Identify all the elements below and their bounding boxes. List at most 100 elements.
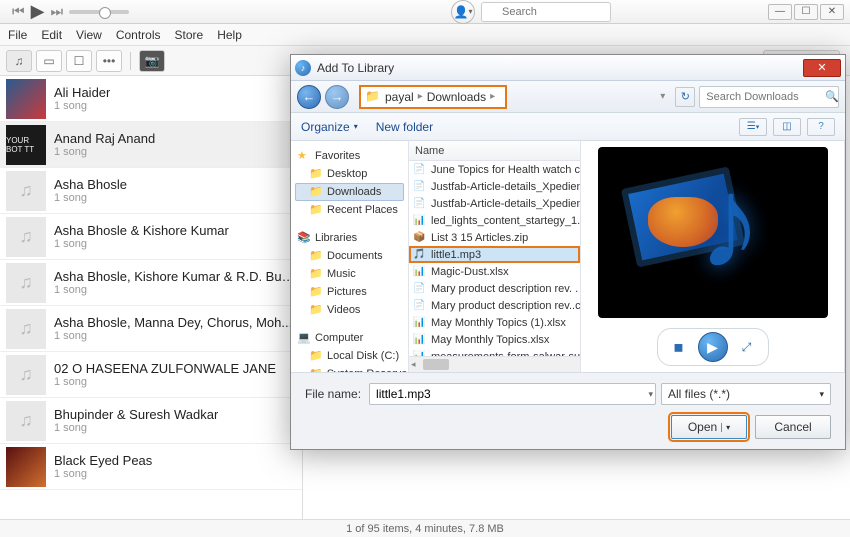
artist-thumbnail [6, 447, 46, 487]
artist-name: Asha Bhosle, Manna Dey, Chorus, Moh... [54, 315, 292, 330]
movies-icon[interactable]: ▭ [36, 50, 62, 72]
folder-tree[interactable]: ★Favorites📁Desktop📁Downloads📁Recent Plac… [291, 141, 409, 372]
artist-song-count: 1 song [54, 100, 110, 112]
horizontal-scrollbar[interactable]: ◂ [409, 356, 580, 372]
menu-edit[interactable]: Edit [41, 28, 62, 42]
artist-song-count: 1 song [54, 376, 276, 388]
cancel-button[interactable]: Cancel [755, 415, 831, 439]
more-icon[interactable]: ••• [96, 50, 122, 72]
artist-thumbnail: ♫ [6, 171, 46, 211]
file-row[interactable]: 📄 Justfab-Article-details_Xpedien [409, 178, 580, 195]
nav-forward-button[interactable]: → [325, 85, 349, 109]
maximize-button[interactable]: ☐ [794, 4, 818, 20]
file-icon: 📊 [413, 317, 427, 328]
refresh-button[interactable]: ↻ [675, 87, 695, 107]
menu-help[interactable]: Help [217, 28, 242, 42]
open-button[interactable]: Open ▾ [671, 415, 747, 439]
file-row[interactable]: 📄Mary product description rev..c [409, 297, 580, 314]
file-row[interactable]: 📊measurements-form-salwar-su [409, 348, 580, 356]
filename-dropdown[interactable]: ▾ [648, 389, 653, 400]
menu-file[interactable]: File [8, 28, 27, 42]
help-button[interactable]: ? [807, 118, 835, 136]
tree-item[interactable]: 📁Downloads [295, 183, 404, 201]
artist-thumbnail: ♫ [6, 355, 46, 395]
preview-pane-button[interactable]: ◫ [773, 118, 801, 136]
tree-group-favorites[interactable]: ★Favorites [295, 147, 404, 165]
breadcrumb[interactable]: 📁 payal ▸ Downloads ▸ [359, 85, 507, 109]
file-row[interactable]: 📦List 3 15 Articles.zip [409, 229, 580, 246]
play-button[interactable]: ▶ [31, 1, 45, 22]
tree-group-libraries[interactable]: 📚Libraries [295, 229, 404, 247]
status-bar: 1 of 95 items, 4 minutes, 7.8 MB [0, 519, 850, 537]
tree-item[interactable]: 📁System Reserved [295, 365, 404, 372]
itunes-icon: ♪ [295, 60, 311, 76]
file-name: Justfab-Article-details_Xpedien [431, 181, 580, 193]
preview-fullscreen-button[interactable]: ⤢ [738, 338, 756, 356]
file-row[interactable]: 📄Mary product description rev. . [409, 280, 580, 297]
tree-item[interactable]: 📁Pictures [295, 283, 404, 301]
organize-menu[interactable]: Organize ▾ [301, 120, 358, 134]
tree-item[interactable]: 📁Videos [295, 301, 404, 319]
camera-icon[interactable]: 📷 [139, 50, 165, 72]
close-button[interactable]: ✕ [820, 4, 844, 20]
file-row[interactable]: 📊May Monthly Topics.xlsx [409, 331, 580, 348]
artist-row[interactable]: ♫Asha Bhosle1 song [0, 168, 302, 214]
tree-item[interactable]: 📁Desktop [295, 165, 404, 183]
filename-label: File name: [305, 387, 361, 401]
column-header-name[interactable]: Name [409, 141, 580, 161]
file-row[interactable]: 📄June Topics for Health watch c [409, 161, 580, 178]
file-row[interactable]: 📊led_lights_content_startegy_1.x [409, 212, 580, 229]
tree-item[interactable]: 📁Local Disk (C:) [295, 347, 404, 365]
artist-row[interactable]: ♫Asha Bhosle & Kishore Kumar1 song [0, 214, 302, 260]
artist-name: Black Eyed Peas [54, 453, 152, 468]
artist-row[interactable]: ♫Asha Bhosle, Manna Dey, Chorus, Moh...1… [0, 306, 302, 352]
prev-track-button[interactable]: ⏮ [12, 3, 25, 20]
tree-item[interactable]: 📁Music [295, 265, 404, 283]
file-row[interactable]: 📄Justfab-Article-details_Xpedien [409, 195, 580, 212]
artist-song-count: 1 song [54, 238, 229, 250]
music-note-icon: ♪ [698, 167, 808, 297]
file-name: June Topics for Health watch c [431, 164, 580, 176]
file-icon: 📊 [413, 266, 427, 277]
artist-name: Asha Bhosle [54, 177, 127, 192]
artist-row[interactable]: Black Eyed Peas1 song [0, 444, 302, 490]
file-row[interactable]: 🎵little1.mp3 [409, 246, 580, 263]
artist-row[interactable]: ♫Asha Bhosle, Kishore Kumar & R.D. Bur..… [0, 260, 302, 306]
menu-store[interactable]: Store [175, 28, 204, 42]
minimize-button[interactable]: — [768, 4, 792, 20]
search-input[interactable] [481, 2, 611, 22]
file-row[interactable]: 📊May Monthly Topics (1).xlsx [409, 314, 580, 331]
artist-thumbnail: ♫ [6, 217, 46, 257]
dialog-search-input[interactable] [699, 86, 839, 108]
filename-input[interactable] [369, 383, 656, 405]
nav-back-button[interactable]: ← [297, 85, 321, 109]
menu-view[interactable]: View [76, 28, 102, 42]
file-row[interactable]: 📊Magic-Dust.xlsx [409, 263, 580, 280]
artist-row[interactable]: ♫02 O HASEENA ZULFONWALE JANE1 song [0, 352, 302, 398]
next-track-button[interactable]: ⏭ [50, 3, 63, 20]
tree-item[interactable]: 📁Recent Places [295, 201, 404, 219]
tv-icon[interactable]: ☐ [66, 50, 92, 72]
preview-stop-button[interactable]: ◼ [670, 338, 688, 356]
user-account-button[interactable]: 👤▾ [451, 0, 475, 24]
preview-play-button[interactable]: ▶ [698, 332, 728, 362]
view-options-button[interactable]: ☰▾ [739, 118, 767, 136]
file-icon: 📦 [413, 232, 427, 243]
dialog-close-button[interactable]: ✕ [803, 59, 841, 77]
file-filter-dropdown[interactable]: All files (*.*)▾ [661, 383, 831, 405]
music-icon[interactable]: ♫ [6, 50, 32, 72]
tree-group-computer[interactable]: 💻Computer [295, 329, 404, 347]
file-icon: 🎵 [413, 249, 427, 260]
artist-row[interactable]: Ali Haider1 song [0, 76, 302, 122]
breadcrumb-dropdown[interactable]: ▾ [660, 91, 665, 102]
artist-name: Asha Bhosle, Kishore Kumar & R.D. Bur... [54, 269, 296, 284]
file-icon: 📄 [413, 181, 427, 192]
file-list[interactable]: 📄June Topics for Health watch c 📄 Justfab-… [409, 161, 580, 356]
artist-row[interactable]: YOUR BOT TTAnand Raj Anand1 song [0, 122, 302, 168]
new-folder-button[interactable]: New folder [376, 120, 433, 134]
artist-row[interactable]: ♫Bhupinder & Suresh Wadkar1 song [0, 398, 302, 444]
artist-list[interactable]: Ali Haider1 songYOUR BOT TTAnand Raj Ana… [0, 76, 303, 519]
menu-controls[interactable]: Controls [116, 28, 161, 42]
tree-item[interactable]: 📁Documents [295, 247, 404, 265]
volume-slider[interactable] [69, 10, 129, 14]
